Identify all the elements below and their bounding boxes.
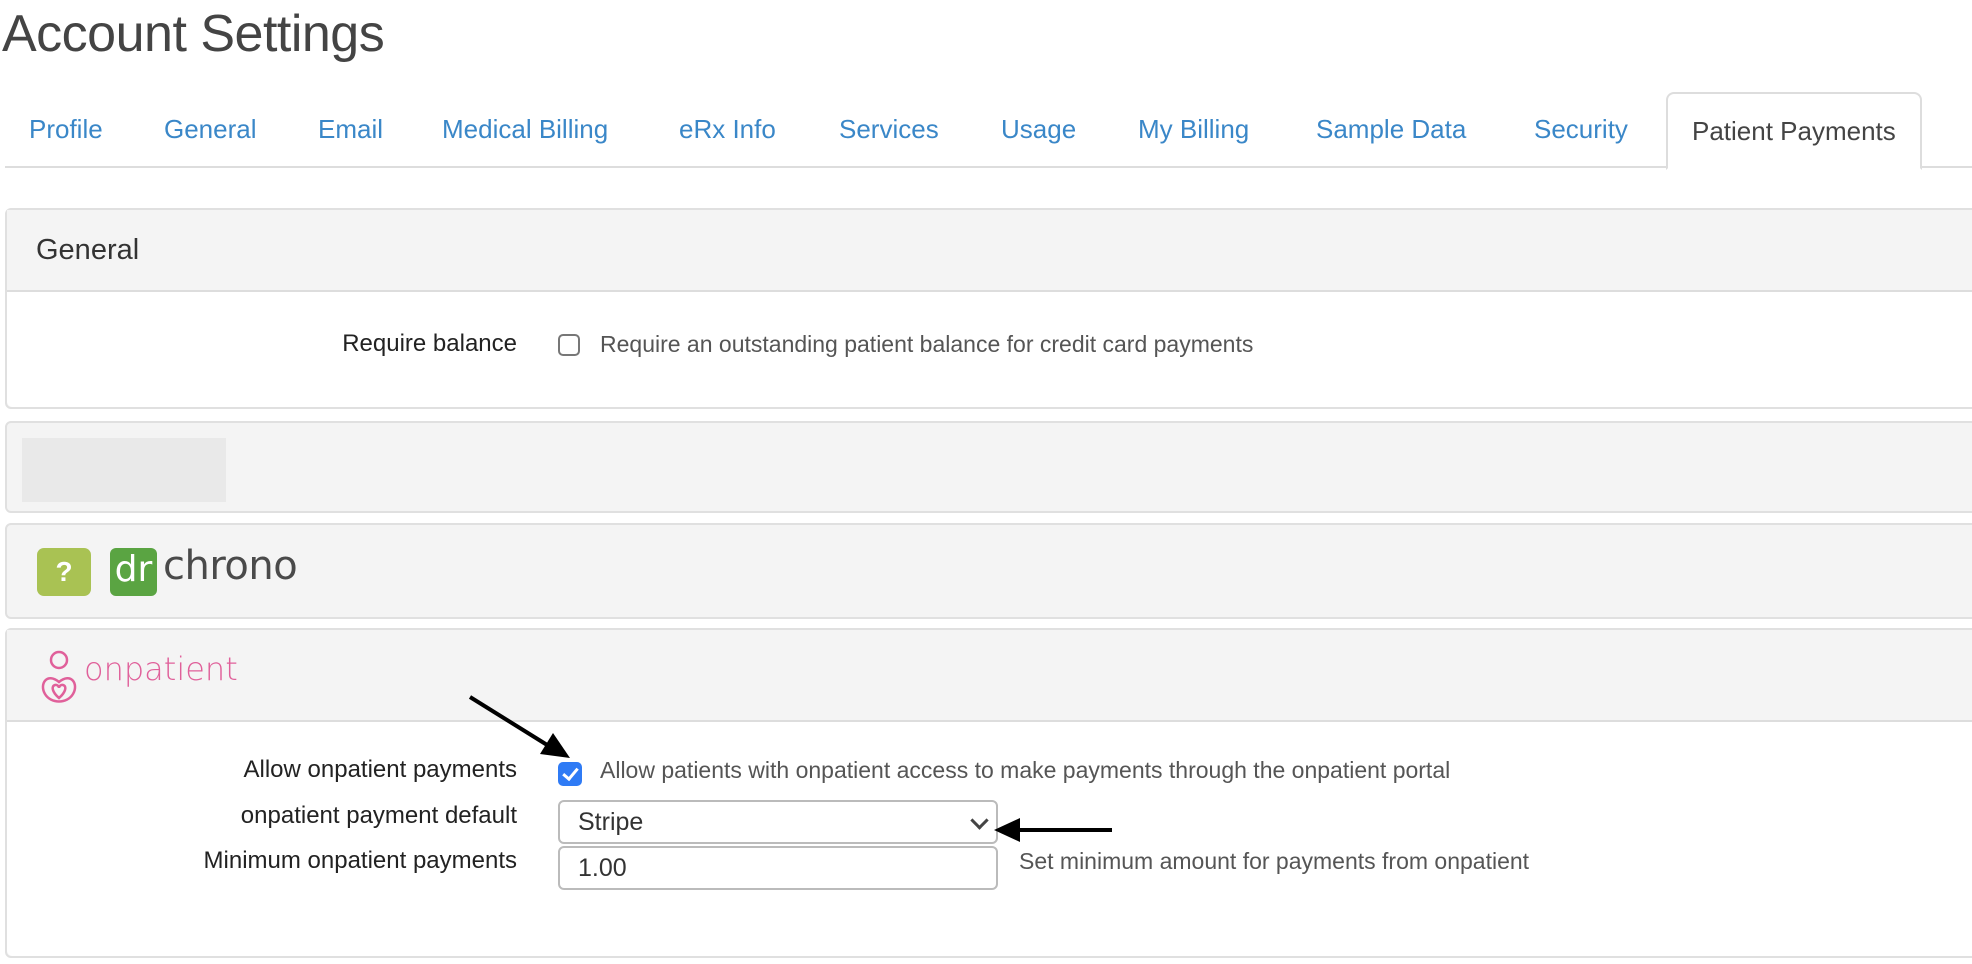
require-balance-label: Require balance <box>342 330 517 357</box>
minimum-payments-input[interactable] <box>558 846 998 890</box>
onpatient-logo-icon <box>41 650 77 703</box>
general-panel: General Require balance Require an outst… <box>5 208 1972 409</box>
payment-default-value: Stripe <box>578 808 644 836</box>
allow-payments-help: Allow patients with onpatient access to … <box>600 757 1451 783</box>
chevron-down-icon <box>970 811 989 830</box>
help-icon[interactable]: ? <box>37 548 91 596</box>
onpatient-logo-text: onpatient <box>84 650 238 688</box>
drchrono-panel: ? dr chrono <box>5 523 1972 619</box>
tab-erx-info[interactable]: eRx Info <box>679 92 776 166</box>
payment-default-select[interactable]: Stripe <box>558 800 998 844</box>
drchrono-logo-mark: dr <box>110 548 157 596</box>
tab-services[interactable]: Services <box>839 92 939 166</box>
tab-medical-billing[interactable]: Medical Billing <box>442 92 608 166</box>
general-panel-heading: General <box>36 234 140 266</box>
tab-patient-payments[interactable]: Patient Payments <box>1666 92 1922 170</box>
onpatient-panel: onpatient Allow onpatient payments Allow… <box>5 628 1972 958</box>
onpatient-panel-header: onpatient <box>7 630 1972 722</box>
minimum-payments-label: Minimum onpatient payments <box>203 847 517 874</box>
tab-my-billing[interactable]: My Billing <box>1138 92 1249 166</box>
page-title: Account Settings <box>2 5 385 63</box>
tab-general[interactable]: General <box>164 92 257 166</box>
general-panel-body: Require balance Require an outstanding p… <box>7 292 1972 407</box>
tab-sample-data[interactable]: Sample Data <box>1316 92 1466 166</box>
drchrono-logo-text: chrono <box>163 543 298 589</box>
allow-payments-checkbox[interactable] <box>558 762 582 786</box>
tab-usage[interactable]: Usage <box>1001 92 1076 166</box>
onpatient-panel-body: Allow onpatient payments Allow patients … <box>7 722 1972 956</box>
loading-placeholder <box>22 438 226 502</box>
tab-security[interactable]: Security <box>1534 92 1628 166</box>
general-panel-header: General <box>7 210 1972 292</box>
tab-email[interactable]: Email <box>318 92 383 166</box>
require-balance-help: Require an outstanding patient balance f… <box>600 331 1254 357</box>
settings-tabs: Profile General Email Medical Billing eR… <box>5 92 1972 170</box>
minimum-payments-help: Set minimum amount for payments from onp… <box>1019 848 1530 874</box>
require-balance-checkbox[interactable] <box>558 334 580 356</box>
tab-profile[interactable]: Profile <box>29 92 103 166</box>
payment-default-label: onpatient payment default <box>240 802 517 829</box>
allow-payments-label: Allow onpatient payments <box>243 756 518 783</box>
placeholder-panel <box>5 421 1972 513</box>
